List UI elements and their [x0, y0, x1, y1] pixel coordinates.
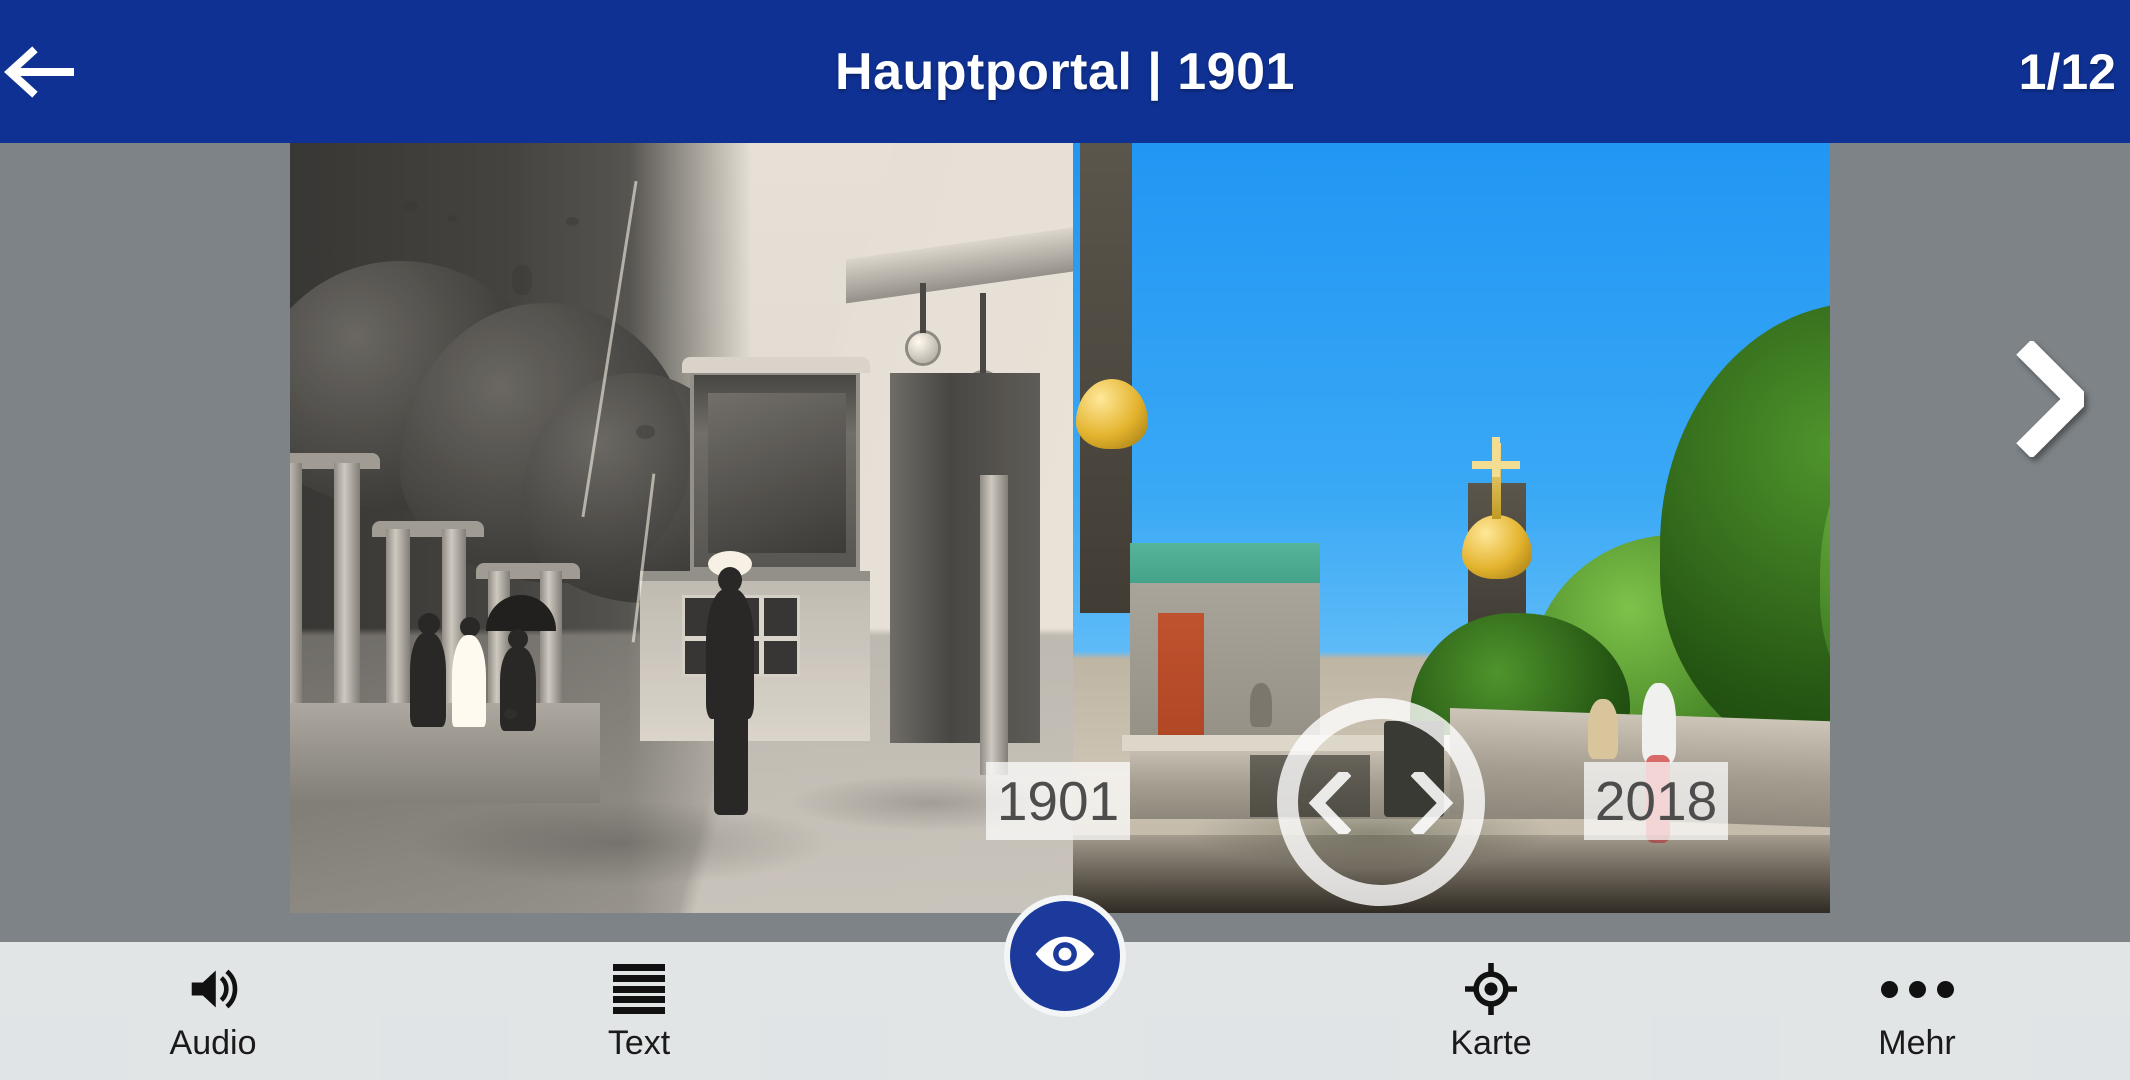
toolbar-item-audio[interactable]: Audio: [0, 942, 426, 1080]
modern-person: [1642, 683, 1676, 763]
toolbar-label-karte: Karte: [1450, 1024, 1532, 1062]
toolbar-label-mehr: Mehr: [1878, 1024, 1956, 1062]
historical-lamp: [908, 333, 938, 363]
year-label-right[interactable]: 2018: [1584, 762, 1728, 840]
film-speck: [504, 709, 517, 719]
historical-person: [706, 589, 754, 719]
modern-person: [1588, 699, 1618, 759]
eye-icon: [1032, 933, 1098, 980]
year-label-left[interactable]: 1901: [986, 762, 1130, 840]
page-title: Hauptportal | 1901: [835, 42, 1295, 101]
chevron-left-icon[interactable]: [1307, 767, 1352, 839]
crosshair-icon: [1465, 962, 1517, 1016]
speaker-icon: [188, 962, 238, 1016]
text-lines-icon: [613, 962, 665, 1016]
historical-kiosk-panel: [708, 393, 846, 553]
toolbar-item-karte[interactable]: Karte: [1278, 942, 1704, 1080]
historical-column: [980, 475, 1008, 775]
film-speck: [512, 265, 532, 295]
film-speck: [636, 425, 655, 439]
historical-person-head: [508, 629, 528, 649]
chapel-dome: [1076, 379, 1148, 449]
split-handle[interactable]: [1277, 698, 1485, 906]
more-dots-icon: [1880, 962, 1954, 1016]
page-counter: 1/12: [2018, 43, 2116, 100]
historical-photo-canvas: [290, 143, 1073, 913]
modern-person: [1250, 683, 1272, 727]
toolbar-item-text[interactable]: Text: [426, 942, 852, 1080]
historical-person-head: [418, 613, 440, 635]
chapel-tower: [1080, 143, 1132, 613]
historical-gate: [890, 373, 1040, 743]
chevron-right-icon[interactable]: [1410, 767, 1455, 839]
historical-lamp-arm: [920, 283, 926, 339]
historical-kiosk: [690, 371, 860, 571]
historical-person: [452, 635, 486, 727]
view-toggle-button[interactable]: [1004, 895, 1126, 1017]
film-speck: [402, 201, 418, 212]
historical-kiosk-cornice: [682, 357, 870, 373]
historical-lamp-arm: [980, 293, 986, 379]
historical-person-head: [460, 617, 480, 637]
app-root: 1901 2018 Hauptportal | 1901 1/12 Audio …: [0, 0, 2130, 1080]
next-arrow-button[interactable]: [1984, 311, 2114, 491]
chapel-cross: [1492, 437, 1500, 477]
toolbar-item-mehr[interactable]: Mehr: [1704, 942, 2130, 1080]
historical-person: [410, 633, 446, 727]
app-header: Hauptportal | 1901 1/12: [0, 0, 2130, 143]
toolbar-label-audio: Audio: [169, 1024, 257, 1062]
photo-comparison-frame[interactable]: 1901 2018: [290, 143, 1830, 913]
historical-photo-1901[interactable]: [290, 143, 1073, 913]
historical-person: [714, 709, 748, 815]
historical-person: [500, 647, 536, 731]
historical-awning: [846, 218, 1073, 304]
toolbar-label-text: Text: [607, 1024, 671, 1062]
film-speck: [448, 215, 457, 222]
film-speck: [566, 217, 579, 226]
chevron-right-icon: [2014, 338, 2092, 462]
